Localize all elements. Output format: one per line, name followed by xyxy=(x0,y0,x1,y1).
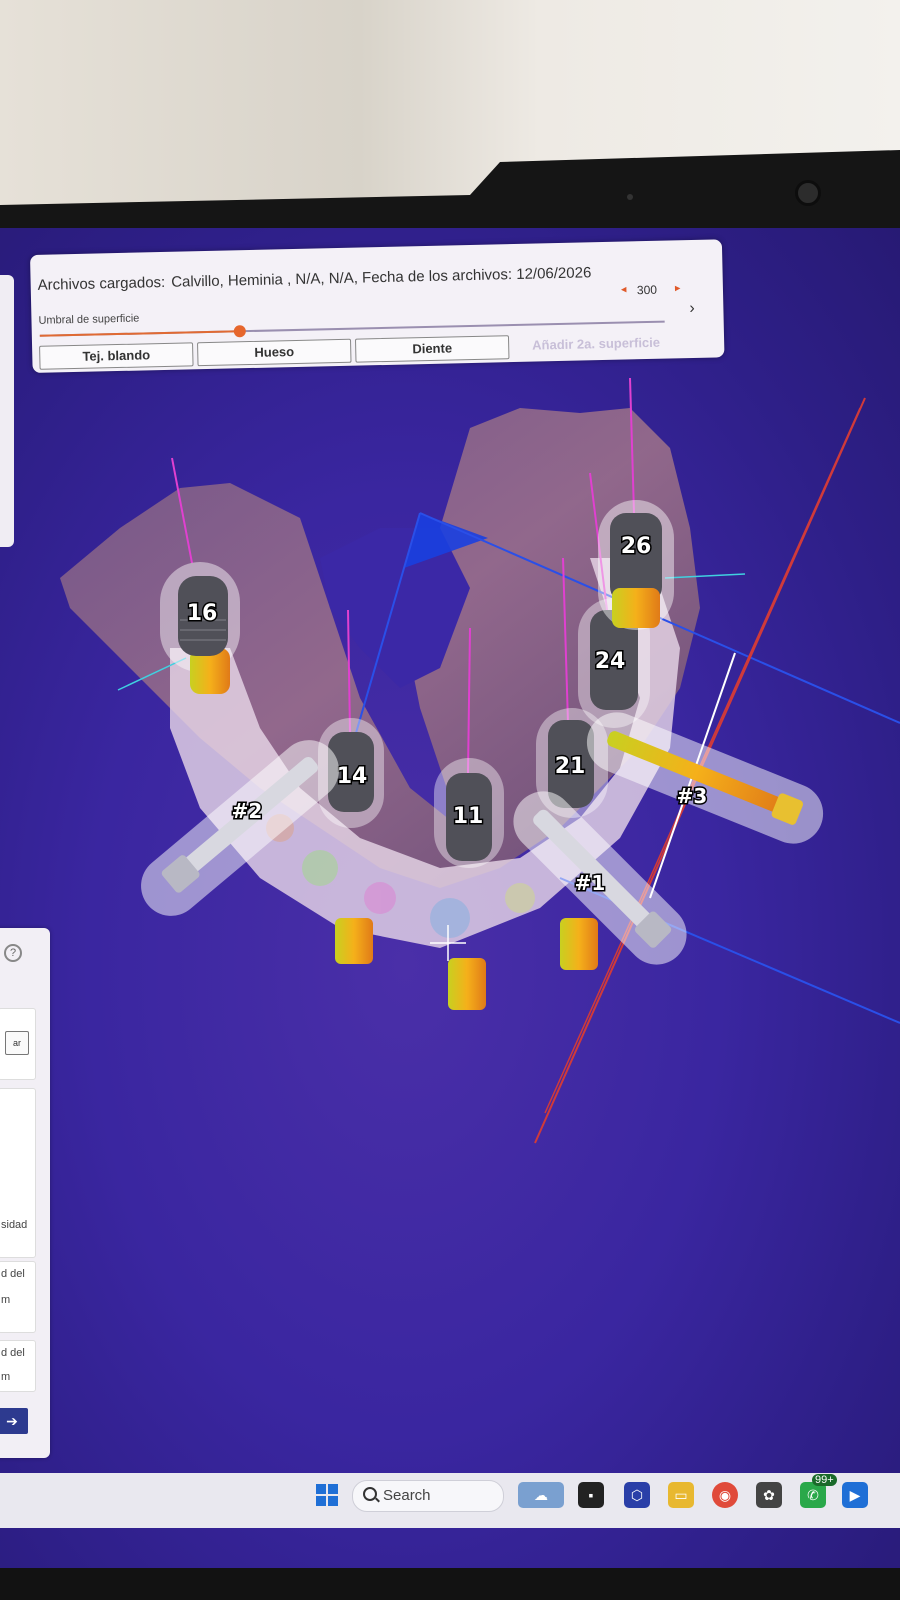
left-settings-panel: ? ar sidad d del m d del m ➔ xyxy=(0,928,50,1458)
implant-label: 16 xyxy=(187,601,218,626)
settings-card: ar xyxy=(0,1008,36,1080)
screw-label: #1 xyxy=(575,871,606,895)
notification-badge: 99+ xyxy=(812,1474,837,1486)
arrow-right-icon[interactable]: ➔ xyxy=(0,1408,28,1434)
setting-unit: m xyxy=(1,1371,11,1383)
tooth-button[interactable]: Diente xyxy=(354,335,510,363)
surface-toolbar: Archivos cargados: Calvillo, Heminia , N/… xyxy=(30,239,725,373)
screw-label: #2 xyxy=(232,799,263,823)
taskbar-search[interactable]: Search xyxy=(352,1480,504,1512)
3d-viewport[interactable]: 16 14 11 21 24 26 #2 #1 #3 xyxy=(0,228,900,1498)
implant-label: 11 xyxy=(453,804,484,829)
loaded-files-info: Archivos cargados: Calvillo, Heminia , N/… xyxy=(37,264,597,294)
soft-tissue-button[interactable]: Tej. blando xyxy=(39,342,194,370)
threshold-label: Umbral de superficie xyxy=(38,312,140,327)
help-icon[interactable]: ? xyxy=(4,944,22,962)
implant-label: 26 xyxy=(621,534,652,559)
webcam xyxy=(795,180,821,206)
files-label: Archivos cargados: xyxy=(37,273,166,294)
chrome-icon[interactable]: ◉ xyxy=(712,1482,738,1508)
monitor-bottom-bezel xyxy=(0,1568,900,1600)
implant-label: 14 xyxy=(337,764,368,789)
widgets-icon[interactable]: ☁ xyxy=(518,1482,564,1508)
ambient-sensor xyxy=(627,194,633,200)
slider-fill xyxy=(39,330,240,337)
setting-label: d del xyxy=(1,1347,25,1359)
chevron-right-icon[interactable]: › xyxy=(689,300,695,318)
apply-button[interactable]: ar xyxy=(5,1031,29,1055)
windows-start-icon[interactable] xyxy=(316,1484,338,1506)
bone-button[interactable]: Hueso xyxy=(197,338,352,367)
task-view-icon[interactable]: ▪ xyxy=(578,1482,604,1508)
settings-card: d del m xyxy=(0,1340,36,1392)
threshold-value: 300 xyxy=(636,282,658,298)
decrease-arrow-icon[interactable]: ◂ xyxy=(621,282,627,295)
chatgpt-icon[interactable]: ✿ xyxy=(756,1482,782,1508)
screen: 16 14 11 21 24 26 #2 #1 #3 ? ar sidad d … xyxy=(0,228,900,1568)
implant-label: 24 xyxy=(595,649,626,674)
file-explorer-icon[interactable]: ▭ xyxy=(668,1482,694,1508)
settings-card: d del m xyxy=(0,1261,36,1333)
app-cube-icon[interactable]: ⬡ xyxy=(624,1482,650,1508)
remote-app-icon[interactable]: ▶ xyxy=(842,1482,868,1508)
setting-unit: m xyxy=(1,1294,11,1306)
add-second-surface-button[interactable]: Añadir 2a. superficie xyxy=(532,335,660,353)
setting-label: d del xyxy=(1,1268,25,1280)
search-placeholder: Search xyxy=(383,1487,431,1504)
implant-label: 21 xyxy=(555,754,586,779)
increase-arrow-icon[interactable]: ▸ xyxy=(675,281,681,294)
search-icon xyxy=(363,1487,377,1501)
screw-label: #3 xyxy=(677,784,708,808)
files-value: Calvillo, Heminia , N/A, N/A, Fecha de l… xyxy=(171,264,592,291)
left-color-panel[interactable] xyxy=(0,275,14,547)
settings-card: sidad xyxy=(0,1088,36,1258)
slider-knob[interactable] xyxy=(233,325,246,338)
setting-label: sidad xyxy=(1,1219,28,1231)
